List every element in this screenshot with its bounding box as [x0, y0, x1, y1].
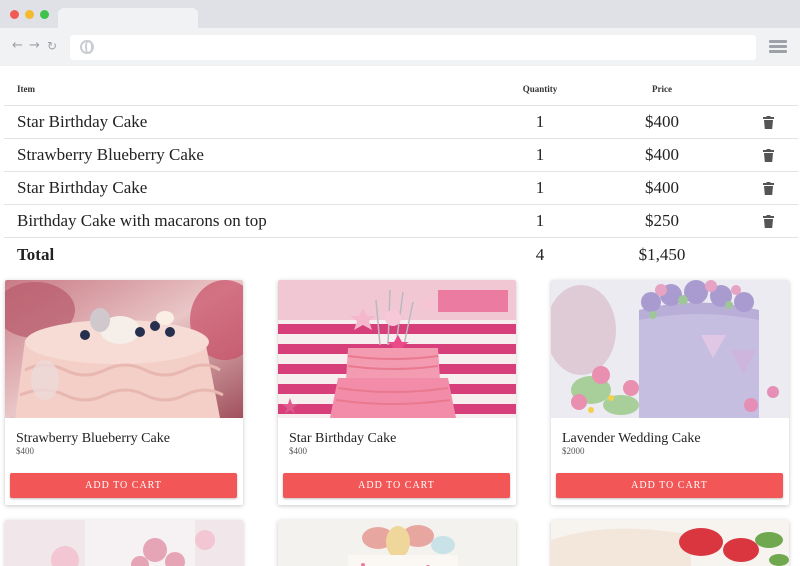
cart-item-quantity: 1	[535, 112, 545, 131]
product-card	[278, 520, 516, 566]
total-price: $1,450	[638, 244, 686, 264]
column-header-price: Price	[652, 83, 672, 94]
add-to-cart-button[interactable]: ADD TO CART	[283, 473, 510, 498]
trash-icon	[762, 148, 774, 162]
delete-item-button[interactable]	[758, 139, 778, 171]
product-card: Star Birthday Cake $400 ADD TO CART	[278, 280, 516, 505]
cake-photo	[278, 520, 516, 566]
cart-item-quantity: 1	[535, 178, 545, 197]
cart-item-price: $400	[645, 145, 679, 164]
cart-item-name: Strawberry Blueberry Cake	[17, 145, 204, 164]
address-bar[interactable]	[70, 35, 756, 60]
cake-photo	[551, 520, 789, 566]
forward-arrow-icon[interactable]: →	[29, 39, 40, 53]
product-card: Strawberry Blueberry Cake $400 ADD TO CA…	[5, 280, 243, 505]
delete-item-button[interactable]	[758, 172, 778, 204]
cart-item-name: Star Birthday Cake	[17, 178, 148, 197]
cart-item-price: $400	[645, 178, 679, 197]
browser-chrome: ← → ↻	[0, 0, 800, 66]
cake-photo-star-birthday	[278, 280, 516, 418]
product-price: $400	[16, 446, 34, 456]
cart-row: Star Birthday Cake 1 $400	[4, 106, 798, 139]
total-quantity: 4	[535, 244, 545, 264]
delete-item-button[interactable]	[758, 106, 778, 138]
reload-icon[interactable]: ↻	[47, 39, 57, 53]
cart-item-quantity: 1	[535, 145, 545, 164]
cart-item-price: $250	[645, 211, 679, 230]
cart-item-quantity: 1	[535, 211, 545, 230]
product-price: $2000	[562, 446, 585, 456]
product-name: Lavender Wedding Cake	[562, 431, 701, 446]
cart-header-row: Item Quantity Price	[4, 72, 798, 106]
globe-icon	[80, 40, 94, 54]
product-card: Lavender Wedding Cake $2000 ADD TO CART	[551, 280, 789, 505]
cart-item-name: Birthday Cake with macarons on top	[17, 211, 267, 230]
trash-icon	[762, 214, 774, 228]
cake-photo	[5, 520, 243, 566]
cart-item-name: Star Birthday Cake	[17, 112, 148, 131]
browser-tab[interactable]	[58, 8, 198, 30]
cart-item-price: $400	[645, 112, 679, 131]
total-label: Total	[17, 244, 55, 264]
cart-table: Item Quantity Price Star Birthday Cake 1…	[4, 72, 798, 271]
column-header-quantity: Quantity	[522, 83, 558, 94]
cake-photo-lavender-wedding	[551, 280, 789, 418]
trash-icon	[762, 115, 774, 129]
hamburger-menu-icon[interactable]	[769, 40, 787, 54]
product-name: Strawberry Blueberry Cake	[16, 431, 170, 446]
window-maximize-button[interactable]	[40, 10, 49, 19]
delete-item-button[interactable]	[758, 205, 778, 237]
product-price: $400	[289, 446, 307, 456]
add-to-cart-button[interactable]: ADD TO CART	[556, 473, 783, 498]
back-arrow-icon[interactable]: ←	[12, 39, 23, 53]
cart-row: Birthday Cake with macarons on top 1 $25…	[4, 205, 798, 238]
add-to-cart-button[interactable]: ADD TO CART	[10, 473, 237, 498]
product-card	[551, 520, 789, 566]
browser-toolbar: ← → ↻	[0, 28, 800, 66]
cart-row: Strawberry Blueberry Cake 1 $400	[4, 139, 798, 172]
cart-row: Star Birthday Cake 1 $400	[4, 172, 798, 205]
product-name: Star Birthday Cake	[289, 431, 397, 446]
trash-icon	[762, 181, 774, 195]
product-card	[5, 520, 243, 566]
cart-total-row: Total 4 $1,450	[4, 238, 798, 271]
window-minimize-button[interactable]	[25, 10, 34, 19]
column-header-item: Item	[17, 83, 35, 94]
window-close-button[interactable]	[10, 10, 19, 19]
cake-photo-strawberry-blueberry	[5, 280, 243, 418]
